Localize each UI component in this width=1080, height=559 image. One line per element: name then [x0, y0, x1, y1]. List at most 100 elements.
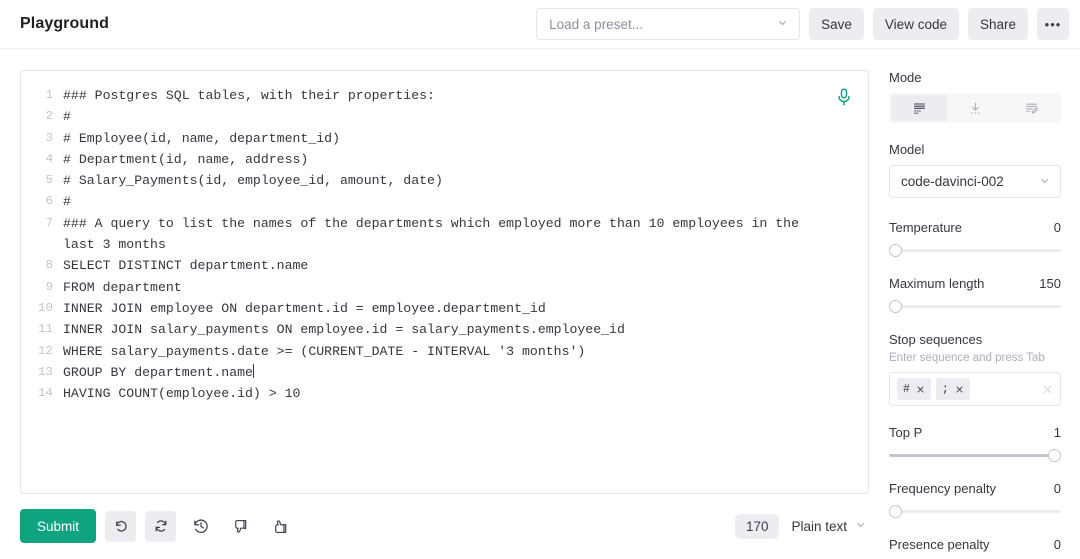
- code-line: 11INNER JOIN salary_payments ON employee…: [21, 319, 868, 340]
- preset-dropdown[interactable]: Load a preset...: [536, 8, 800, 40]
- line-number: 13: [21, 362, 63, 383]
- sliders-bottom-group: Top P1 Frequency penalty0 Presence penalty…: [889, 425, 1061, 559]
- stop-sequence-tag[interactable]: #: [897, 378, 931, 400]
- line-number: 4: [21, 149, 63, 170]
- code-text: FROM department: [63, 277, 212, 298]
- slider-label-row: Frequency penalty0: [889, 481, 1061, 496]
- line-number: 9: [21, 277, 63, 298]
- code-line: 14HAVING COUNT(employee.id) > 10: [21, 383, 868, 404]
- line-number: 12: [21, 341, 63, 362]
- slider-handle[interactable]: [889, 300, 902, 313]
- sliders-top-group: Temperature 0 Maximum length 150: [889, 220, 1061, 313]
- prompt-editor[interactable]: 1### Postgres SQL tables, with their pro…: [20, 70, 869, 494]
- code-line: 13GROUP BY department.name: [21, 362, 868, 383]
- code-line: 9FROM department: [21, 277, 868, 298]
- slider-track: [889, 305, 1061, 308]
- code-line: 1### Postgres SQL tables, with their pro…: [21, 85, 868, 106]
- code-text: SELECT DISTINCT department.name: [63, 255, 338, 276]
- format-dropdown-label: Plain text: [791, 519, 847, 534]
- stop-sequence-tag[interactable]: ;: [936, 378, 970, 400]
- code-text: ### A query to list the names of the dep…: [63, 213, 868, 256]
- stop-sequences-input[interactable]: #;: [889, 372, 1061, 406]
- stop-sequences-hint: Enter sequence and press Tab: [889, 352, 1061, 364]
- token-count-badge: 170: [735, 514, 780, 539]
- history-icon[interactable]: [185, 511, 216, 542]
- slider-label: Temperature: [889, 220, 962, 235]
- text-caret: [253, 364, 254, 378]
- slider-fill: [889, 454, 1061, 457]
- line-number: 7: [21, 213, 63, 256]
- remove-tag-icon[interactable]: [916, 385, 925, 394]
- slider-label: Maximum length: [889, 276, 984, 291]
- clear-all-icon[interactable]: [1041, 383, 1054, 396]
- editor-toolbar: Submit: [20, 509, 869, 543]
- chevron-down-icon: [1038, 174, 1051, 190]
- slider-track: [889, 510, 1061, 513]
- code-line: 2#: [21, 106, 868, 127]
- line-number: 5: [21, 170, 63, 191]
- slider-handle[interactable]: [1048, 449, 1061, 462]
- remove-tag-icon[interactable]: [955, 385, 964, 394]
- model-dropdown[interactable]: code-davinci-002: [889, 165, 1061, 198]
- chevron-down-icon: [776, 16, 789, 32]
- code-text: # Salary_Payments(id, employee_id, amoun…: [63, 170, 473, 191]
- code-line: 4# Department(id, name, address): [21, 149, 868, 170]
- slider-frequency-penalty: Frequency penalty0: [889, 481, 1061, 518]
- submit-button[interactable]: Submit: [20, 509, 96, 543]
- slider-value: 0: [1054, 220, 1061, 235]
- format-dropdown[interactable]: Plain text: [791, 518, 869, 534]
- page-title: Playground: [20, 15, 109, 33]
- regenerate-icon[interactable]: [145, 511, 176, 542]
- stop-sequences-label: Stop sequences: [889, 332, 1061, 347]
- code-text: # Department(id, name, address): [63, 149, 338, 170]
- code-lines-container: 1### Postgres SQL tables, with their pro…: [21, 85, 868, 404]
- playground-app: Playground Load a preset... Save View co…: [0, 0, 1080, 559]
- line-number: 14: [21, 383, 63, 404]
- mode-label: Mode: [889, 70, 1061, 85]
- mode-edit-button[interactable]: [1003, 95, 1059, 121]
- slider-label-row: Temperature 0: [889, 220, 1061, 235]
- slider-presence-penalty: Presence penalty0: [889, 537, 1061, 559]
- slider-value: 0: [1054, 537, 1061, 552]
- slider-track-maximum-length[interactable]: [889, 299, 1061, 313]
- undo-icon[interactable]: [105, 511, 136, 542]
- code-text: HAVING COUNT(employee.id) > 10: [63, 383, 330, 404]
- microphone-icon[interactable]: [836, 88, 852, 106]
- code-text: INNER JOIN employee ON department.id = e…: [63, 298, 576, 319]
- line-number: 6: [21, 191, 63, 212]
- thumbs-up-icon[interactable]: [265, 511, 296, 542]
- stop-sequence-tag-label: #: [903, 383, 910, 396]
- slider-value: 0: [1054, 481, 1061, 496]
- code-line: 3# Employee(id, name, department_id): [21, 128, 868, 149]
- slider-handle[interactable]: [889, 505, 902, 518]
- view-code-button[interactable]: View code: [873, 8, 959, 40]
- share-button[interactable]: Share: [968, 8, 1028, 40]
- slider-track-frequency-penalty[interactable]: [889, 504, 1061, 518]
- slider-track-top-p[interactable]: [889, 448, 1061, 462]
- mode-toggle-group: [889, 93, 1061, 123]
- code-line: 12WHERE salary_payments.date >= (CURRENT…: [21, 341, 868, 362]
- more-options-button[interactable]: •••: [1037, 8, 1069, 40]
- line-number: 3: [21, 128, 63, 149]
- save-button[interactable]: Save: [809, 8, 864, 40]
- slider-track-temperature[interactable]: [889, 243, 1061, 257]
- ellipsis-icon: •••: [1045, 18, 1062, 31]
- slider-value: 150: [1039, 276, 1061, 291]
- slider-handle[interactable]: [889, 244, 902, 257]
- code-line: 6#: [21, 191, 868, 212]
- slider-value: 1: [1054, 425, 1061, 440]
- app-header: Playground Load a preset... Save View co…: [0, 0, 1080, 49]
- slider-track: [889, 249, 1061, 252]
- code-text: #: [63, 191, 101, 212]
- code-text: INNER JOIN salary_payments ON employee.i…: [63, 319, 655, 340]
- code-line: 8SELECT DISTINCT department.name: [21, 255, 868, 276]
- code-line: 10INNER JOIN employee ON department.id =…: [21, 298, 868, 319]
- line-number: 11: [21, 319, 63, 340]
- slider-label-row: Top P1: [889, 425, 1061, 440]
- slider-label-row: Maximum length 150: [889, 276, 1061, 291]
- mode-insert-button[interactable]: [947, 95, 1003, 121]
- mode-complete-button[interactable]: [891, 95, 947, 121]
- toolbar-right-group: 170 Plain text: [735, 514, 869, 539]
- model-value: code-davinci-002: [901, 174, 1004, 189]
- thumbs-down-icon[interactable]: [225, 511, 256, 542]
